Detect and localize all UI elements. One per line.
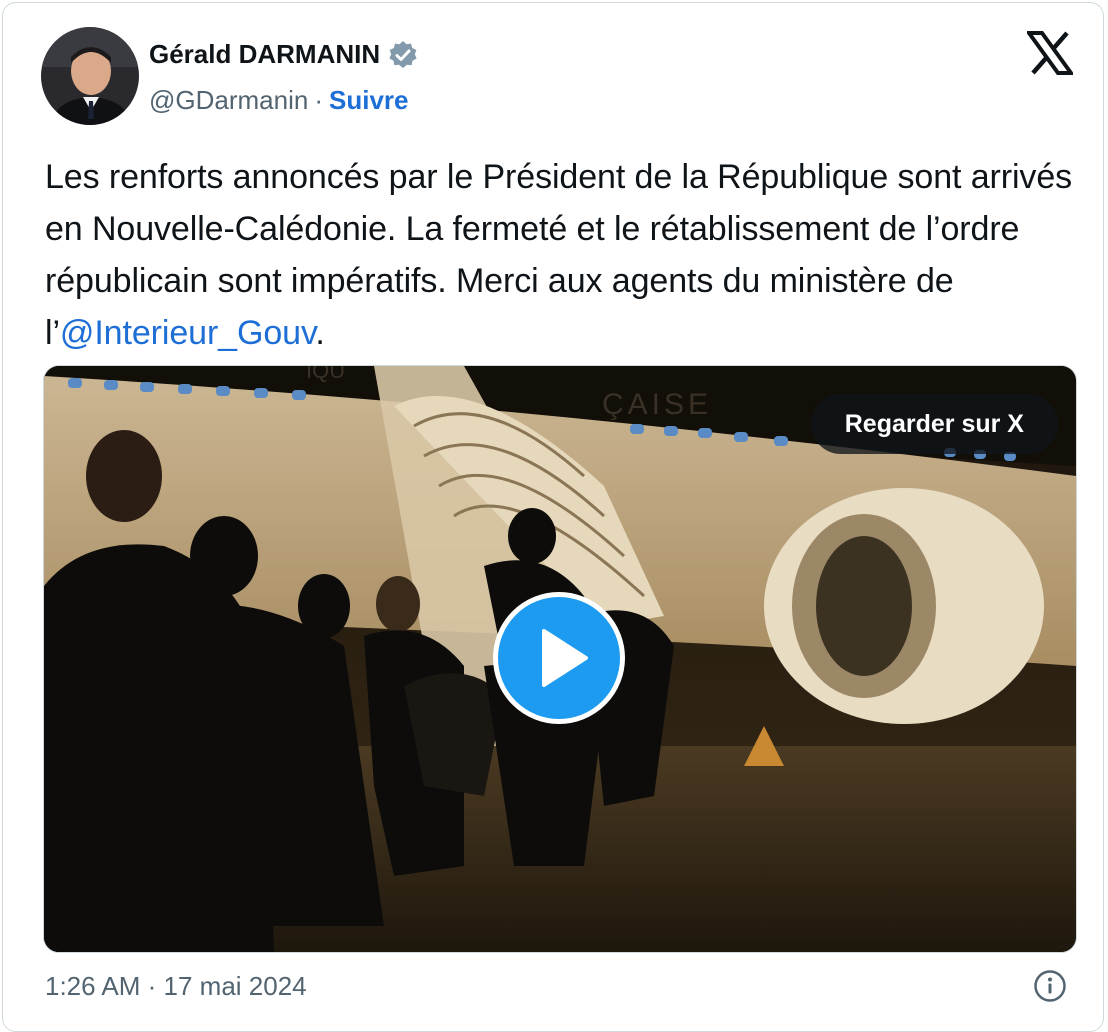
- tweet-embed-card: Gérald DARMANIN @GDarmanin · Suivre Les …: [2, 2, 1104, 1032]
- video-player[interactable]: IQU ÇAISE Regarder sur X: [43, 365, 1077, 953]
- separator-dot: ·: [314, 85, 323, 115]
- fuselage-text-left: IQU: [306, 366, 345, 383]
- tweet-body-end: .: [315, 314, 325, 352]
- play-icon: [542, 629, 588, 687]
- meta-separator: ·: [147, 971, 164, 1001]
- handle-row: @GDarmanin · Suivre: [149, 85, 409, 116]
- x-logo-icon[interactable]: [1025, 31, 1075, 75]
- author-avatar[interactable]: [41, 27, 139, 125]
- fuselage-text: ÇAISE: [602, 388, 712, 421]
- follow-link[interactable]: Suivre: [329, 85, 409, 116]
- mention-link[interactable]: @Interieur_Gouv: [60, 314, 316, 352]
- author-handle[interactable]: @GDarmanin: [149, 85, 308, 116]
- info-icon[interactable]: [1033, 969, 1067, 1003]
- play-button[interactable]: [493, 592, 625, 724]
- author-name[interactable]: Gérald DARMANIN: [149, 39, 380, 70]
- tweet-time: 1:26 AM: [45, 971, 141, 1001]
- author-name-row[interactable]: Gérald DARMANIN: [149, 39, 418, 70]
- tweet-timestamp[interactable]: 1:26 AM · 17 mai 2024: [45, 971, 307, 1002]
- verified-badge-icon: [388, 40, 418, 70]
- watch-on-x-button[interactable]: Regarder sur X: [810, 394, 1058, 454]
- tweet-text: Les renforts annoncés par le Président d…: [45, 151, 1085, 359]
- tweet-date: 17 mai 2024: [163, 971, 307, 1001]
